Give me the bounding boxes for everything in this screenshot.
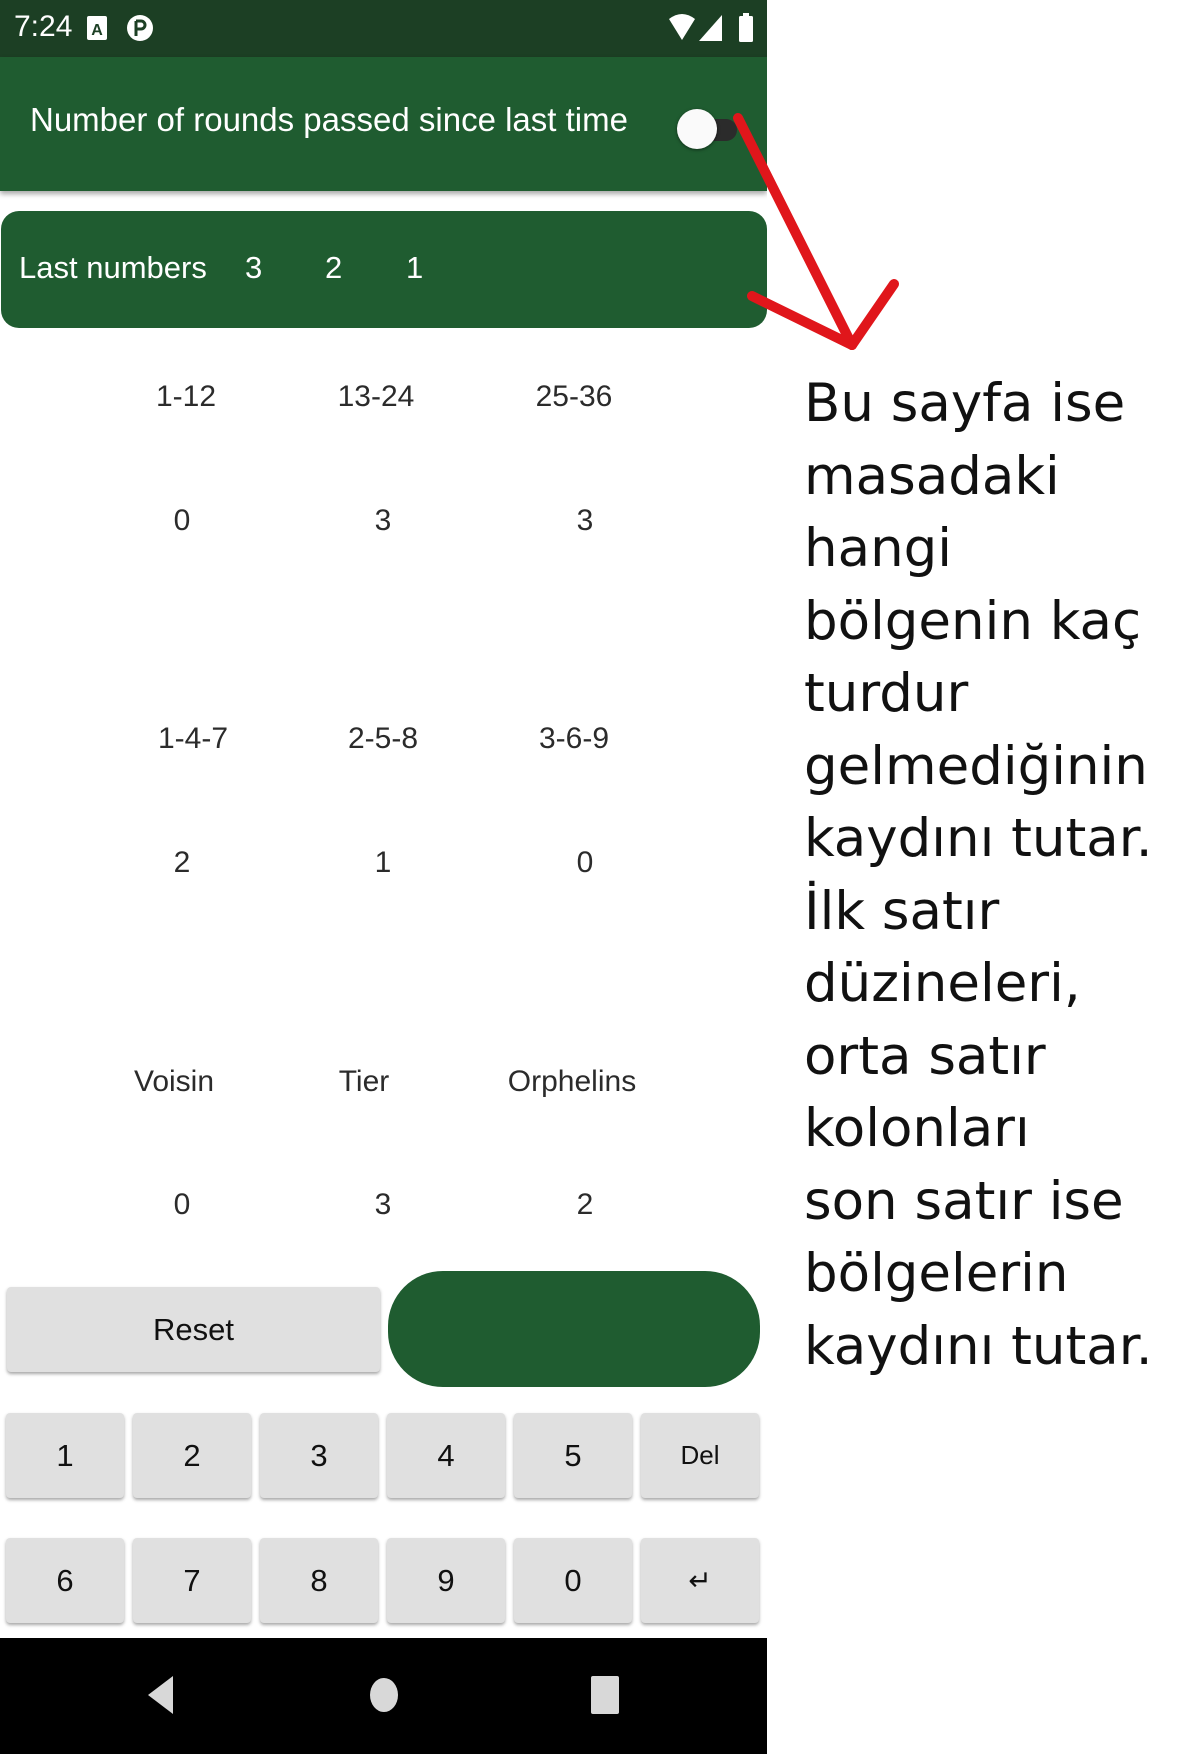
recents-icon[interactable] bbox=[590, 1675, 620, 1715]
green-action-button[interactable] bbox=[388, 1271, 760, 1387]
key-5[interactable]: 5 bbox=[514, 1413, 632, 1498]
last-number-3: 1 bbox=[406, 250, 424, 285]
column-header-2: 2-5-8 bbox=[347, 722, 419, 755]
key-0[interactable]: 0 bbox=[514, 1538, 632, 1623]
key-1[interactable]: 1 bbox=[6, 1413, 124, 1498]
sector-header-orphelins: Orphelins bbox=[507, 1065, 637, 1098]
column-header-3: 3-6-9 bbox=[538, 722, 610, 755]
dozen-header-2: 13-24 bbox=[337, 380, 415, 413]
reset-button[interactable]: Reset bbox=[7, 1287, 380, 1372]
app-bar-title: Number of rounds passed since last time bbox=[30, 101, 628, 138]
last-numbers-bar: Last numbers 3 2 1 bbox=[1, 211, 767, 328]
key-7[interactable]: 7 bbox=[133, 1538, 251, 1623]
last-number-1: 3 bbox=[245, 250, 263, 285]
home-icon[interactable] bbox=[367, 1677, 401, 1713]
sector-header-voisin: Voisin bbox=[133, 1065, 215, 1098]
last-number-2: 2 bbox=[325, 250, 343, 285]
app-bar: Number of rounds passed since last time bbox=[0, 57, 767, 191]
dozen-header-3: 25-36 bbox=[535, 380, 613, 413]
status-bar: 7:24 A bbox=[0, 0, 767, 57]
key-3[interactable]: 3 bbox=[260, 1413, 378, 1498]
sector-value-orphelins: 2 bbox=[576, 1188, 594, 1221]
key-8[interactable]: 8 bbox=[260, 1538, 378, 1623]
sector-value-tier: 3 bbox=[374, 1188, 392, 1221]
key-4[interactable]: 4 bbox=[387, 1413, 505, 1498]
key-6[interactable]: 6 bbox=[6, 1538, 124, 1623]
delete-key[interactable]: Del bbox=[641, 1413, 759, 1498]
column-header-1: 1-4-7 bbox=[157, 722, 229, 755]
p-circle-icon bbox=[127, 15, 153, 41]
svg-text:A: A bbox=[91, 22, 103, 39]
phone-screen: 7:24 A Number of rounds passed since las… bbox=[0, 0, 767, 1754]
dozen-value-2: 3 bbox=[374, 504, 392, 537]
dozen-header-1: 1-12 bbox=[155, 380, 217, 413]
back-icon[interactable] bbox=[145, 1674, 175, 1716]
dozen-value-1: 0 bbox=[173, 504, 191, 537]
key-9[interactable]: 9 bbox=[387, 1538, 505, 1623]
a-badge-icon: A bbox=[87, 16, 107, 40]
enter-key[interactable]: ↵ bbox=[641, 1538, 759, 1623]
wifi-icon bbox=[669, 14, 695, 40]
rounds-toggle-switch[interactable] bbox=[677, 105, 743, 153]
dozen-value-3: 3 bbox=[576, 504, 594, 537]
navigation-bar bbox=[0, 1638, 767, 1754]
annotation-text: Bu sayfa ise masadaki hangi bölgenin kaç… bbox=[804, 373, 1153, 1377]
column-value-3: 0 bbox=[576, 846, 594, 879]
battery-icon bbox=[739, 13, 753, 42]
last-numbers-label: Last numbers bbox=[19, 250, 207, 285]
column-value-1: 2 bbox=[173, 846, 191, 879]
signal-icon bbox=[699, 15, 722, 41]
toggle-thumb bbox=[677, 109, 717, 149]
sector-value-voisin: 0 bbox=[173, 1188, 191, 1221]
column-value-2: 1 bbox=[374, 846, 392, 879]
key-2[interactable]: 2 bbox=[133, 1413, 251, 1498]
sector-header-tier: Tier bbox=[338, 1065, 390, 1098]
status-time: 7:24 bbox=[14, 10, 73, 43]
